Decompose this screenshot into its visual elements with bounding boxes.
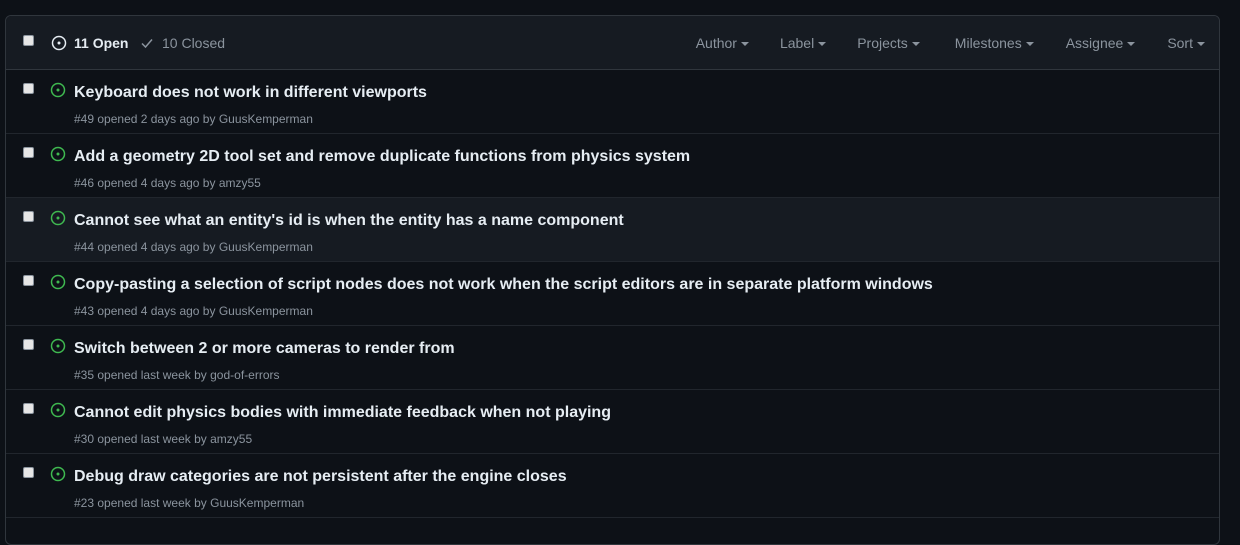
issue-author-link[interactable]: GuusKemperman <box>210 496 304 510</box>
issue-checkbox[interactable] <box>23 147 34 158</box>
issue-row[interactable]: Debug draw categories are not persistent… <box>6 454 1219 518</box>
issue-opened-text: opened 4 days ago by <box>97 176 216 190</box>
issue-meta: #46 opened 4 days ago by amzy55 <box>74 176 261 190</box>
chevron-down-icon <box>1197 42 1205 46</box>
issue-title-link[interactable]: Debug draw categories are not persistent… <box>74 468 567 486</box>
sort-filter-label: Sort <box>1167 35 1193 51</box>
issue-opened-text: opened last week by <box>97 368 207 382</box>
chevron-down-icon <box>740 42 749 46</box>
issue-number: #49 <box>74 112 95 126</box>
milestones-filter[interactable]: Milestones <box>955 35 1034 51</box>
issues-list-box: 11 Open 10 Closed Author Label Projects … <box>5 15 1220 545</box>
issue-opened-icon <box>50 274 66 290</box>
issue-author-link[interactable]: god-of-errors <box>210 368 279 382</box>
issue-author-link[interactable]: GuusKemperman <box>219 112 313 126</box>
issue-checkbox[interactable] <box>23 275 34 286</box>
chevron-down-icon <box>1025 42 1034 46</box>
issue-row[interactable]: Cannot edit physics bodies with immediat… <box>6 390 1219 454</box>
issue-author-link[interactable]: amzy55 <box>219 176 261 190</box>
closed-count-label: 10 Closed <box>162 35 226 51</box>
projects-filter[interactable]: Projects <box>857 35 920 51</box>
issue-opened-icon <box>50 402 66 418</box>
issue-row[interactable]: Switch between 2 or more cameras to rend… <box>6 326 1219 390</box>
assignee-filter-label: Assignee <box>1065 35 1124 51</box>
issue-number: #44 <box>74 240 95 254</box>
issue-number: #30 <box>74 432 95 446</box>
select-all-checkbox[interactable] <box>23 35 34 46</box>
issue-checkbox[interactable] <box>23 211 34 222</box>
label-filter-label: Label <box>779 35 815 51</box>
author-filter-label: Author <box>695 35 737 51</box>
milestones-filter-label: Milestones <box>954 35 1022 51</box>
issue-number: #35 <box>74 368 95 382</box>
label-filter[interactable]: Label <box>779 35 827 51</box>
issue-meta: #43 opened 4 days ago by GuusKemperman <box>74 304 313 318</box>
issue-row[interactable]: Add a geometry 2D tool set and remove du… <box>6 134 1219 198</box>
issue-opened-icon <box>51 35 67 51</box>
issues-list-header: 11 Open 10 Closed Author Label Projects … <box>6 16 1219 70</box>
issue-author-link[interactable]: GuusKemperman <box>219 304 313 318</box>
issue-row[interactable]: Copy-pasting a selection of script nodes… <box>6 262 1219 326</box>
issue-number: #23 <box>74 496 95 510</box>
chevron-down-icon <box>1127 42 1136 46</box>
issue-meta: #23 opened last week by GuusKemperman <box>74 496 304 510</box>
issue-title-link[interactable]: Keyboard does not work in different view… <box>74 84 427 102</box>
issue-author-link[interactable]: GuusKemperman <box>219 240 313 254</box>
issue-opened-icon <box>50 338 66 354</box>
issue-title-link[interactable]: Add a geometry 2D tool set and remove du… <box>74 148 690 166</box>
issue-title-link[interactable]: Switch between 2 or more cameras to rend… <box>74 340 455 358</box>
issue-row[interactable]: Keyboard does not work in different view… <box>6 70 1219 134</box>
issue-opened-text: opened 4 days ago by <box>97 240 216 254</box>
open-count-label: 11 Open <box>74 35 129 51</box>
issue-opened-text: opened last week by <box>97 496 207 510</box>
open-issues-filter[interactable]: 11 Open <box>51 35 128 51</box>
issue-meta: #44 opened 4 days ago by GuusKemperman <box>74 240 313 254</box>
chevron-down-icon <box>818 42 827 46</box>
issue-opened-text: opened 2 days ago by <box>97 112 216 126</box>
issue-opened-text: opened 4 days ago by <box>97 304 216 318</box>
issue-checkbox[interactable] <box>23 467 34 478</box>
issue-opened-icon <box>50 146 66 162</box>
issue-opened-icon <box>50 466 66 482</box>
issue-checkbox[interactable] <box>23 403 34 414</box>
issue-opened-text: opened last week by <box>97 432 207 446</box>
issue-opened-icon <box>50 210 66 226</box>
issue-meta: #49 opened 2 days ago by GuusKemperman <box>74 112 313 126</box>
issue-meta: #35 opened last week by god-of-errors <box>74 368 279 382</box>
filter-bar: Author Label Projects Milestones Assigne… <box>696 35 1205 51</box>
closed-issues-filter[interactable]: 10 Closed <box>139 35 225 51</box>
issue-author-link[interactable]: amzy55 <box>210 432 252 446</box>
chevron-down-icon <box>911 42 920 46</box>
issue-checkbox[interactable] <box>23 83 34 94</box>
issue-number: #43 <box>74 304 95 318</box>
assignee-filter[interactable]: Assignee <box>1066 35 1136 51</box>
issue-opened-icon <box>50 82 66 98</box>
author-filter[interactable]: Author <box>696 35 749 51</box>
issue-title-link[interactable]: Cannot see what an entity's id is when t… <box>74 212 624 230</box>
issue-number: #46 <box>74 176 95 190</box>
issue-title-link[interactable]: Cannot edit physics bodies with immediat… <box>74 404 611 422</box>
issue-row[interactable]: Cannot see what an entity's id is when t… <box>6 198 1219 262</box>
sort-filter[interactable]: Sort <box>1167 35 1205 51</box>
issue-checkbox[interactable] <box>23 339 34 350</box>
issue-meta: #30 opened last week by amzy55 <box>74 432 252 446</box>
projects-filter-label: Projects <box>857 35 908 51</box>
check-icon <box>141 39 153 49</box>
issue-title-link[interactable]: Copy-pasting a selection of script nodes… <box>74 276 933 294</box>
